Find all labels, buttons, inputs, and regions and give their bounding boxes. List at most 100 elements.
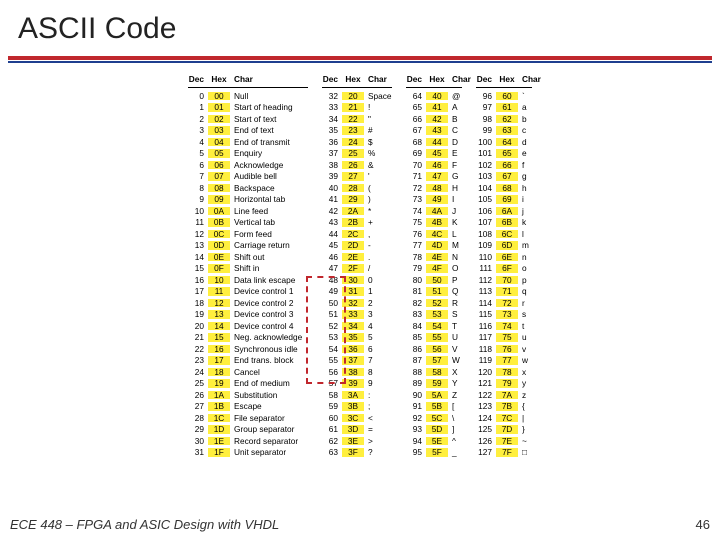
- cell-hex: 75: [496, 333, 518, 341]
- cell-char: Device control 3: [230, 310, 308, 318]
- cell-dec: 18: [188, 299, 208, 307]
- cell-hex: 2C: [342, 230, 364, 238]
- cell-dec: 34: [322, 115, 342, 123]
- cell-dec: 13: [188, 241, 208, 249]
- cell-hex: 03: [208, 126, 230, 134]
- cell-char: a: [518, 103, 532, 111]
- ascii-row: 3422": [322, 113, 392, 125]
- ascii-row: 140EShift out: [188, 251, 308, 263]
- cell-hex: 42: [426, 115, 448, 123]
- cell-hex: 19: [208, 379, 230, 387]
- cell-hex: 4E: [426, 253, 448, 261]
- footer-page-number: 46: [696, 517, 710, 532]
- cell-hex: 18: [208, 368, 230, 376]
- cell-hex: 6A: [496, 207, 518, 215]
- cell-char: K: [448, 218, 462, 226]
- cell-char: p: [518, 276, 532, 284]
- ascii-row: 3321!: [322, 102, 392, 114]
- cell-hex: 0C: [208, 230, 230, 238]
- cell-char: Form feed: [230, 230, 308, 238]
- cell-dec: 64: [406, 92, 426, 100]
- cell-hex: 49: [426, 195, 448, 203]
- footer-course: ECE 448 – FPGA and ASIC Design with VHDL: [10, 517, 279, 532]
- ascii-row: 11977w: [476, 355, 532, 367]
- cell-hex: 2B: [342, 218, 364, 226]
- cell-dec: 127: [476, 448, 496, 456]
- cell-hex: 65: [496, 149, 518, 157]
- cell-hex: 6E: [496, 253, 518, 261]
- cell-char: End of text: [230, 126, 308, 134]
- ascii-row: 271BEscape: [188, 401, 308, 413]
- cell-char: ~: [518, 437, 532, 445]
- cell-char: `: [518, 92, 532, 100]
- cell-dec: 99: [476, 126, 496, 134]
- cell-dec: 111: [476, 264, 496, 272]
- ascii-row: 4129): [322, 194, 392, 206]
- cell-dec: 22: [188, 345, 208, 353]
- cell-dec: 108: [476, 230, 496, 238]
- ascii-row: 707Audible bell: [188, 171, 308, 183]
- cell-hex: 01: [208, 103, 230, 111]
- ascii-row: 606Acknowledge: [188, 159, 308, 171]
- cell-dec: 4: [188, 138, 208, 146]
- cell-char: w: [518, 356, 532, 364]
- cell-dec: 109: [476, 241, 496, 249]
- cell-dec: 102: [476, 161, 496, 169]
- ascii-row: 3523#: [322, 125, 392, 137]
- ascii-row: 442C,: [322, 228, 392, 240]
- cell-char: End of transmit: [230, 138, 308, 146]
- cell-dec: 101: [476, 149, 496, 157]
- cell-hex: 3A: [342, 391, 364, 399]
- cell-dec: 17: [188, 287, 208, 295]
- cell-dec: 67: [406, 126, 426, 134]
- cell-char: u: [518, 333, 532, 341]
- ascii-row: 1086Cl: [476, 228, 532, 240]
- col-hex: Hex: [342, 75, 364, 83]
- cell-dec: 9: [188, 195, 208, 203]
- cell-char: ): [364, 195, 392, 203]
- ascii-row: 452D-: [322, 240, 392, 252]
- ascii-row: 1227Az: [476, 389, 532, 401]
- cell-dec: 122: [476, 391, 496, 399]
- ascii-row: 12179y: [476, 378, 532, 390]
- cell-dec: 85: [406, 333, 426, 341]
- ascii-block: DecHexChar6440@6541A6642B6743C6844D6945E…: [406, 73, 462, 458]
- col-hex: Hex: [208, 75, 230, 83]
- cell-dec: 54: [322, 345, 342, 353]
- ascii-row: 11775u: [476, 332, 532, 344]
- cell-char: !: [364, 103, 392, 111]
- ascii-row: 49311: [322, 286, 392, 298]
- cell-char: End trans. block: [230, 356, 308, 364]
- ascii-row: 1247C|: [476, 412, 532, 424]
- ascii-row: 1066Aj: [476, 205, 532, 217]
- cell-char: Line feed: [230, 207, 308, 215]
- cell-hex: 60: [496, 92, 518, 100]
- cell-char: ?: [364, 448, 392, 456]
- cell-hex: 66: [496, 161, 518, 169]
- cell-char: R: [448, 299, 462, 307]
- cell-dec: 21: [188, 333, 208, 341]
- cell-char: 9: [364, 379, 392, 387]
- ascii-row: 57399: [322, 378, 392, 390]
- cell-dec: 90: [406, 391, 426, 399]
- cell-hex: 33: [342, 310, 364, 318]
- cell-dec: 3: [188, 126, 208, 134]
- cell-char: ^: [448, 437, 462, 445]
- ascii-row: 50322: [322, 297, 392, 309]
- ascii-row: 9660`: [476, 90, 532, 102]
- ascii-row: 8858X: [406, 366, 462, 378]
- cell-dec: 48: [322, 276, 342, 284]
- cell-dec: 123: [476, 402, 496, 410]
- cell-char: File separator: [230, 414, 308, 422]
- cell-hex: 21: [342, 103, 364, 111]
- cell-dec: 94: [406, 437, 426, 445]
- ascii-row: 11472r: [476, 297, 532, 309]
- cell-dec: 50: [322, 299, 342, 307]
- ascii-row: 774DM: [406, 240, 462, 252]
- cell-hex: 17: [208, 356, 230, 364]
- cell-hex: 0F: [208, 264, 230, 272]
- cell-hex: 5C: [426, 414, 448, 422]
- ascii-row: 3927': [322, 171, 392, 183]
- cell-char: (: [364, 184, 392, 192]
- cell-char: ;: [364, 402, 392, 410]
